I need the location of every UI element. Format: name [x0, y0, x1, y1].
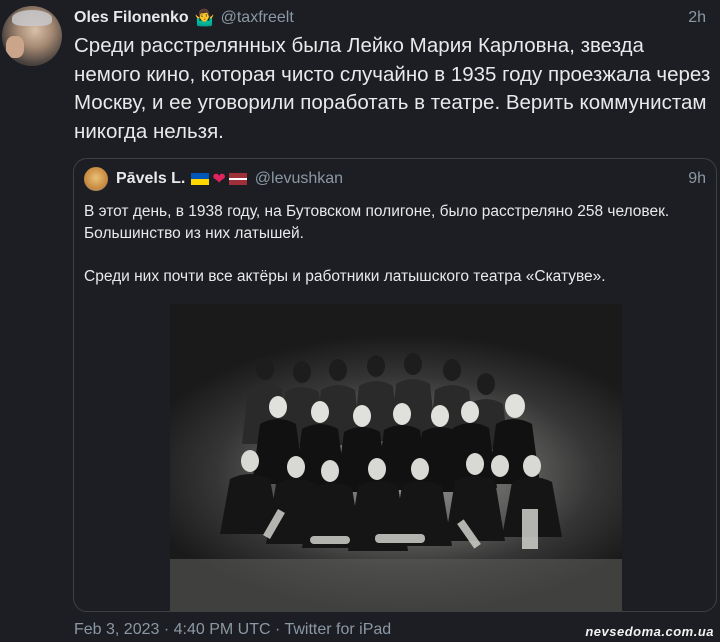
tweet-time[interactable]: 2h	[688, 9, 706, 27]
theatre-troupe-photo[interactable]	[170, 304, 622, 611]
quoted-tweet-time[interactable]: 9h	[688, 170, 706, 188]
quoted-paragraph-1: В этот день, в 1938 году, на Бутовском п…	[84, 203, 670, 242]
red-heart-icon: ❤	[212, 171, 226, 188]
author-avatar[interactable]	[2, 6, 62, 66]
tweet-header: Oles Filonenko 🤷‍♂️ @taxfreelt 2h	[74, 7, 706, 29]
quoted-author-avatar[interactable]	[84, 167, 108, 191]
quoted-tweet[interactable]: Pāvels L. ❤ @levushkan 9h В этот день, в…	[73, 158, 717, 612]
latvia-flag-icon	[228, 173, 247, 185]
ukraine-flag-icon	[191, 173, 210, 185]
quoted-tweet-header: Pāvels L. ❤ @levushkan 9h	[84, 167, 706, 191]
shrug-emoji-icon: 🤷‍♂️	[194, 10, 215, 27]
watermark-logo: nevsedoma.com.ua	[585, 624, 714, 639]
tweet-meta[interactable]: Feb 3, 2023 · 4:40 PM UTC · Twitter for …	[74, 621, 391, 639]
avatar-hair	[12, 10, 52, 26]
avatar-hand	[6, 36, 24, 58]
quoted-tweet-text: В этот день, в 1938 году, на Бутовском п…	[84, 201, 708, 287]
quoted-author-name[interactable]: Pāvels L.	[116, 170, 185, 188]
photo-group-silhouettes	[170, 353, 622, 611]
quoted-author-handle[interactable]: @levushkan	[255, 170, 343, 188]
flag-emojis: ❤	[191, 169, 247, 189]
tweet-text: Среди расстрелянных была Лейко Мария Кар…	[74, 34, 711, 143]
author-name[interactable]: Oles Filonenko	[74, 9, 189, 27]
quoted-paragraph-2: Среди них почти все актёры и работники л…	[84, 267, 606, 285]
author-handle[interactable]: @taxfreelt	[221, 9, 294, 27]
